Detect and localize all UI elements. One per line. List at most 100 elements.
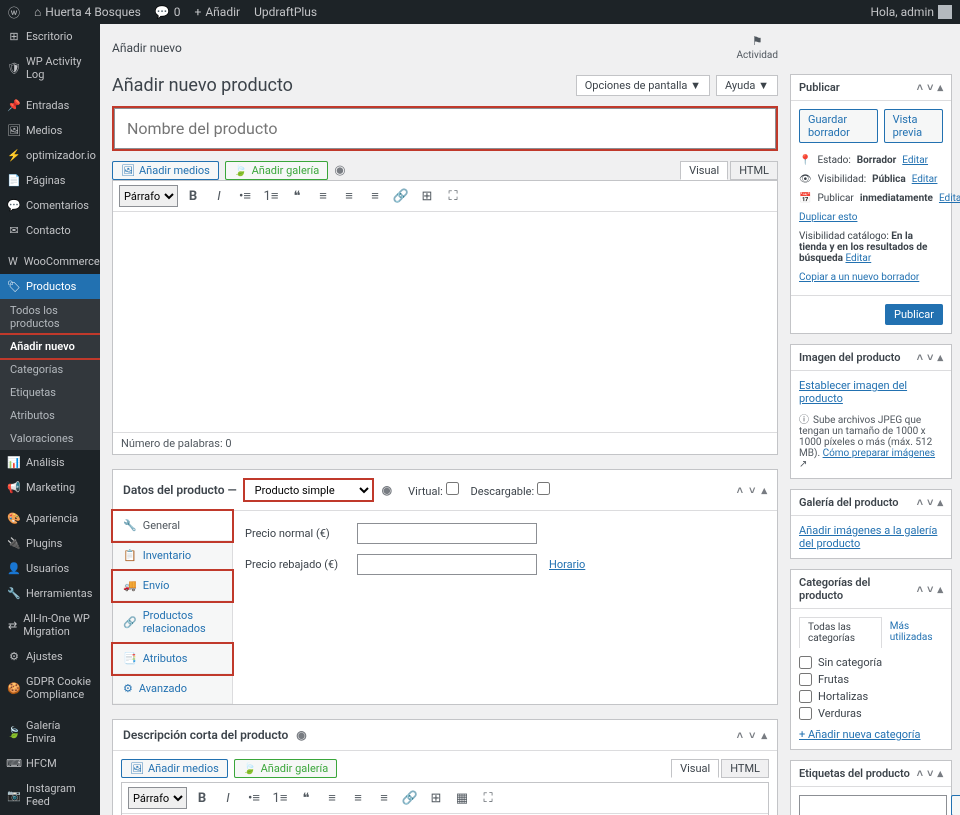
format-select[interactable]: Párrafo <box>119 185 178 207</box>
site-link[interactable]: ⌂Huerta 4 Bosques <box>34 5 141 19</box>
chevron-down-icon[interactable]: ˅ <box>927 767 933 780</box>
tab-shipping[interactable]: 🚚Envío <box>113 571 232 601</box>
category-checkbox[interactable] <box>799 690 812 703</box>
italic-button[interactable]: I <box>217 787 239 809</box>
toggle-icon[interactable]: ▴ <box>937 81 943 94</box>
link-button[interactable]: 🔗 <box>399 787 421 809</box>
add-media-button[interactable]: 🖼Añadir medios <box>112 161 219 180</box>
menu-posts[interactable]: 📌Entradas <box>0 93 100 118</box>
tab-attributes[interactable]: 📑Atributos <box>113 644 232 674</box>
virtual-checkbox[interactable] <box>446 482 459 495</box>
account-link[interactable]: Hola, admin <box>870 5 952 19</box>
category-checkbox[interactable] <box>799 656 812 669</box>
menu-gdpr[interactable]: 🍪GDPR Cookie Compliance <box>0 669 100 707</box>
help-icon[interactable]: ◉ <box>296 728 306 742</box>
toggle-icon[interactable]: ▴ <box>937 583 943 596</box>
number-list-button[interactable]: 1≡ <box>260 185 282 207</box>
quote-button[interactable]: ❝ <box>286 185 308 207</box>
submenu-add-new[interactable]: Añadir nuevo <box>0 335 100 358</box>
submenu-attributes[interactable]: Atributos <box>0 404 100 427</box>
updraft-link[interactable]: UpdraftPlus <box>254 5 317 19</box>
submenu-reviews[interactable]: Valoraciones <box>0 427 100 450</box>
menu-pages[interactable]: 📄Páginas <box>0 168 100 193</box>
menu-instagram[interactable]: 📷Instagram Feed <box>0 776 100 814</box>
new-content-link[interactable]: +Añadir <box>195 5 241 19</box>
menu-dashboard[interactable]: ⊞Escritorio <box>0 24 100 49</box>
menu-appearance[interactable]: 🎨Apariencia <box>0 506 100 531</box>
tab-inventory[interactable]: 📋Inventario <box>113 541 232 571</box>
menu-tools[interactable]: 🔧Herramientas <box>0 581 100 606</box>
edit-status-link[interactable]: Editar <box>902 155 928 166</box>
tab-html[interactable]: HTML <box>730 161 778 180</box>
category-item[interactable]: Sin categoría <box>799 654 943 671</box>
submenu-all-products[interactable]: Todos los productos <box>0 299 100 335</box>
sale-price-input[interactable] <box>357 554 537 575</box>
menu-products[interactable]: 🏷Productos <box>0 274 100 299</box>
tab-advanced[interactable]: ⚙Avanzado <box>113 674 232 704</box>
toggle-icon[interactable]: ▴ <box>937 351 943 364</box>
add-gallery-images-link[interactable]: Añadir imágenes a la galería del product… <box>799 524 937 550</box>
category-item[interactable]: Frutas <box>799 671 943 688</box>
menu-woocommerce[interactable]: WWooCommerce <box>0 249 100 274</box>
save-draft-button[interactable]: Guardar borrador <box>799 109 878 143</box>
category-checkbox[interactable] <box>799 673 812 686</box>
menu-contact[interactable]: ✉Contacto <box>0 218 100 243</box>
menu-optimizer[interactable]: ⚡optimizador.io <box>0 143 100 168</box>
menu-marketing[interactable]: 📢Marketing <box>0 475 100 500</box>
align-left-button[interactable]: ≡ <box>321 787 343 809</box>
activity-panel[interactable]: ⚑ Actividad <box>737 34 778 61</box>
chevron-up-icon[interactable]: ˄ <box>917 767 923 780</box>
publish-button[interactable]: Publicar <box>885 304 943 325</box>
wp-logo[interactable]: ⓦ <box>8 4 20 21</box>
product-title-input[interactable] <box>114 108 776 149</box>
toggle-icon[interactable]: ▴ <box>937 496 943 509</box>
align-center-button[interactable]: ≡ <box>347 787 369 809</box>
add-media-button-2[interactable]: 🖼Añadir medios <box>121 759 228 778</box>
chevron-up-icon[interactable]: ˄ <box>737 484 743 497</box>
menu-hfcm[interactable]: ⌨HFCM <box>0 751 100 776</box>
fullscreen-button[interactable]: ⛶ <box>442 185 464 207</box>
menu-comments[interactable]: 💬Comentarios <box>0 193 100 218</box>
chevron-down-icon[interactable]: ˅ <box>749 484 755 497</box>
menu-analytics[interactable]: 📊Análisis <box>0 450 100 475</box>
toggle-icon[interactable]: ▴ <box>761 729 767 742</box>
tab-visual[interactable]: Visual <box>680 161 728 180</box>
number-list-button[interactable]: 1≡ <box>269 787 291 809</box>
chevron-down-icon[interactable]: ˅ <box>927 496 933 509</box>
regular-price-input[interactable] <box>357 523 537 544</box>
copy-draft-link[interactable]: Copiar a un nuevo borrador <box>799 272 919 283</box>
chevron-down-icon[interactable]: ˅ <box>927 583 933 596</box>
comments-link[interactable]: 💬0 <box>155 5 181 19</box>
set-product-image-link[interactable]: Establecer imagen del producto <box>799 379 907 405</box>
menu-media[interactable]: 🖼Medios <box>0 118 100 143</box>
format-select-2[interactable]: Párrafo <box>128 787 187 809</box>
downloadable-checkbox[interactable] <box>537 482 550 495</box>
tab-html-2[interactable]: HTML <box>721 759 769 778</box>
align-center-button[interactable]: ≡ <box>338 185 360 207</box>
editor-body[interactable] <box>113 212 777 432</box>
virtual-checkbox-label[interactable]: Virtual: <box>408 482 458 498</box>
toggle-icon[interactable]: ▴ <box>761 484 767 497</box>
more-button[interactable]: ⊞ <box>416 185 438 207</box>
cat-tab-all[interactable]: Todas las categorías <box>799 617 882 648</box>
help-icon[interactable]: ◉ <box>382 483 392 497</box>
add-gallery-button-2[interactable]: 🍃Añadir galería <box>234 759 337 778</box>
bold-button[interactable]: B <box>191 787 213 809</box>
category-item[interactable]: Hortalizas <box>799 688 943 705</box>
submenu-categories[interactable]: Categorías <box>0 358 100 381</box>
chevron-up-icon[interactable]: ˄ <box>737 729 743 742</box>
align-right-button[interactable]: ≡ <box>364 185 386 207</box>
italic-button[interactable]: I <box>208 185 230 207</box>
link-button[interactable]: 🔗 <box>390 185 412 207</box>
menu-settings[interactable]: ⚙Ajustes <box>0 644 100 669</box>
tags-input[interactable] <box>799 795 947 815</box>
image-howto-link[interactable]: Cómo preparar imágenes <box>823 448 935 459</box>
bold-button[interactable]: B <box>182 185 204 207</box>
help-icon[interactable]: ◉ <box>334 163 345 178</box>
add-gallery-button[interactable]: 🍃Añadir galería <box>225 161 328 180</box>
add-category-link[interactable]: + Añadir nueva categoría <box>799 728 920 741</box>
chevron-up-icon[interactable]: ˄ <box>917 81 923 94</box>
cat-tab-mostused[interactable]: Más utilizadas <box>882 617 943 648</box>
chevron-down-icon[interactable]: ˅ <box>927 351 933 364</box>
preview-button[interactable]: Vista previa <box>884 109 943 143</box>
